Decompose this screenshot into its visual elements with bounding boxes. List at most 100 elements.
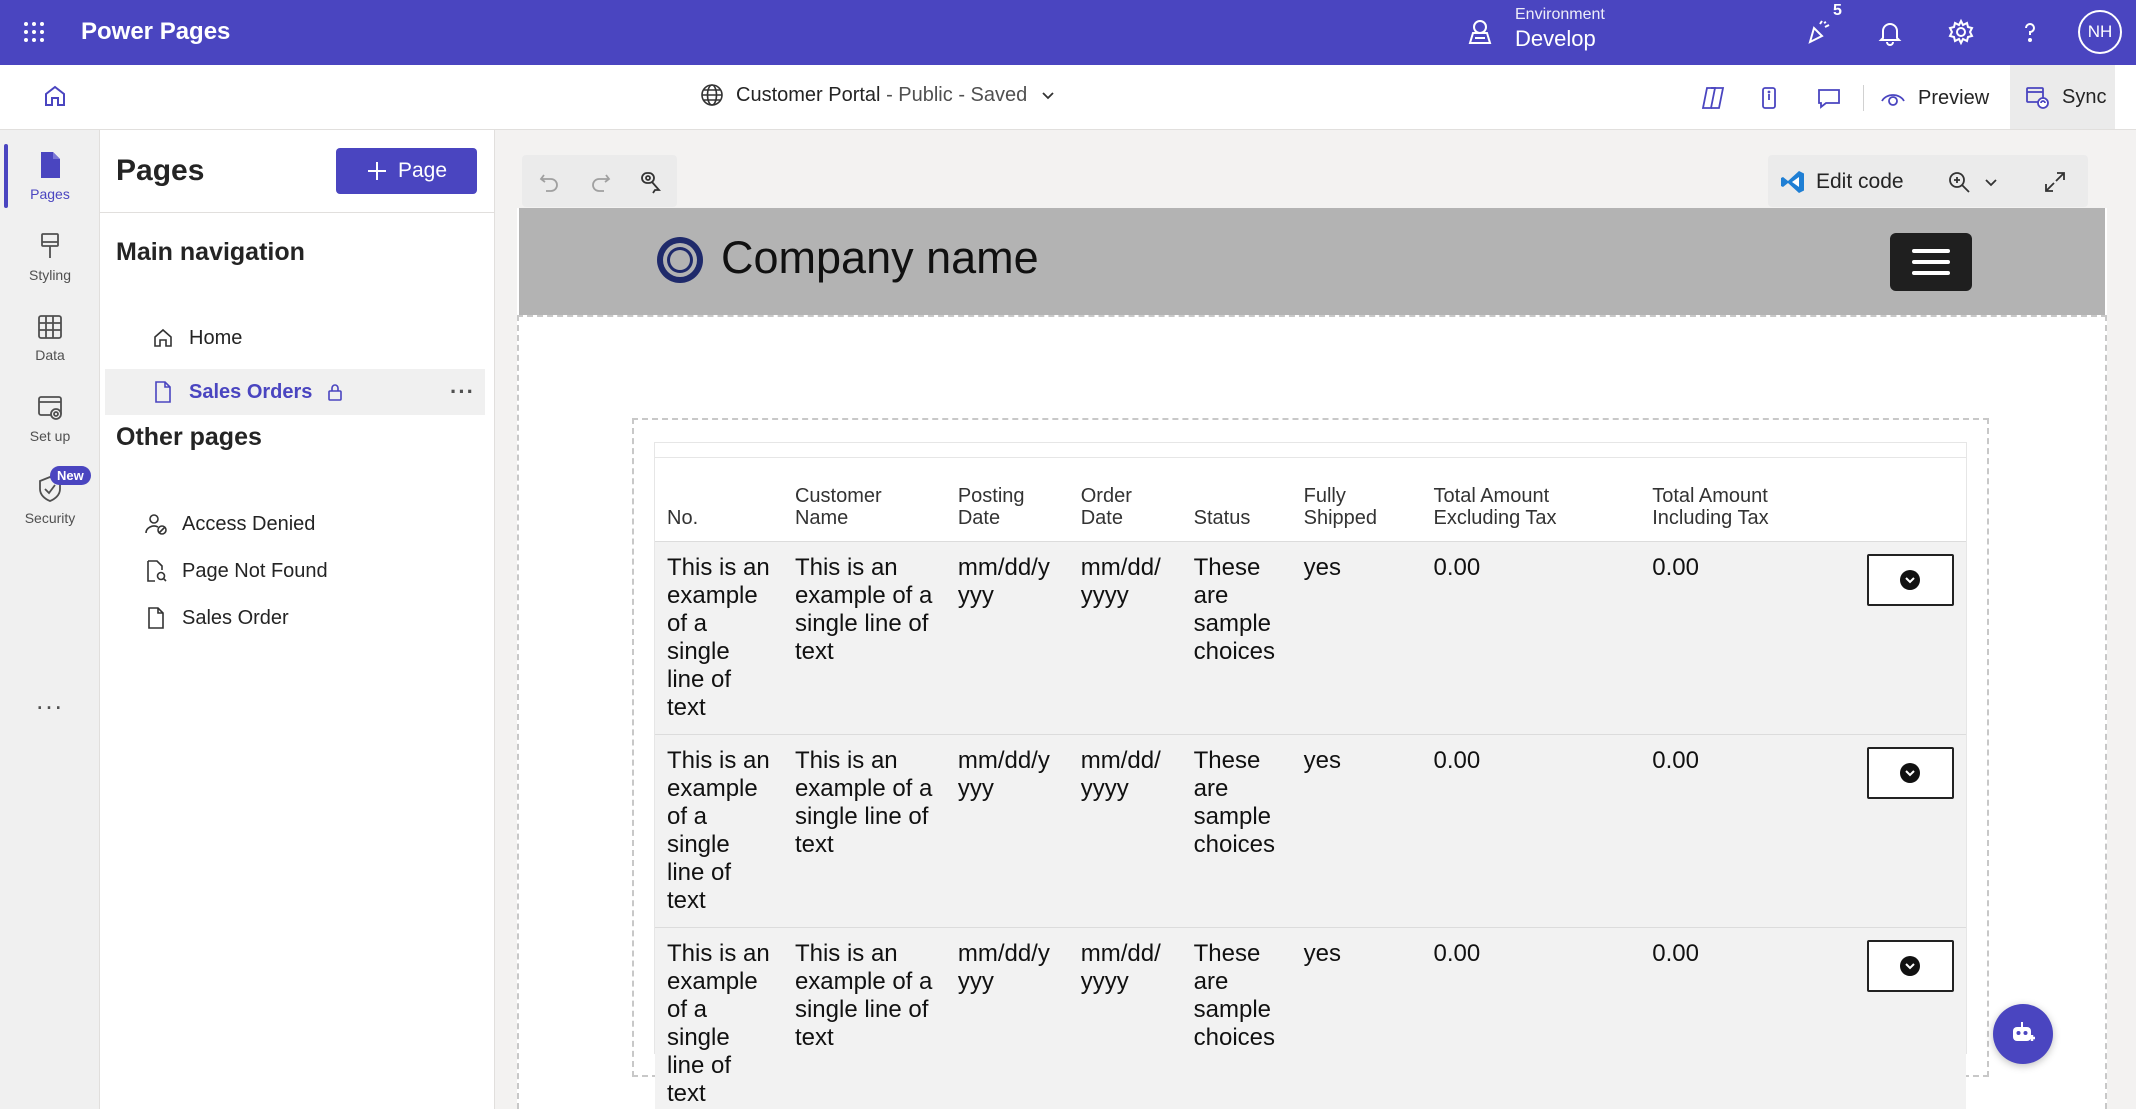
- site-preview: Company name No. Customer Name Posting D…: [517, 208, 2107, 1109]
- column-header[interactable]: Fully Shipped: [1291, 457, 1422, 542]
- rail-label-styling: Styling: [28, 267, 72, 283]
- section-title-other-pages: Other pages: [116, 423, 262, 451]
- column-header[interactable]: Order Date: [1068, 457, 1182, 542]
- more-options-icon[interactable]: ···: [450, 379, 475, 405]
- site-status: - Saved: [958, 83, 1028, 106]
- table-row: This is an example of a single line of t…: [655, 734, 1966, 928]
- company-name: Company name: [721, 232, 1039, 283]
- table-cell: mm/dd/yyyy: [1068, 734, 1182, 928]
- zoom-menu[interactable]: [1946, 165, 2000, 199]
- column-header[interactable]: Posting Date: [945, 457, 1069, 542]
- environment-label: Environment: [1515, 6, 1605, 23]
- list-grid: No. Customer Name Posting Date Order Dat…: [654, 442, 1967, 1109]
- row-action-button[interactable]: [1866, 747, 1954, 799]
- environment-switcher[interactable]: Environment Develop: [1515, 6, 1605, 52]
- rail-item-data[interactable]: Data: [0, 300, 100, 376]
- table-cell: 0.00: [1421, 734, 1641, 928]
- notification-count: 5: [1833, 2, 1842, 19]
- site-selector[interactable]: Customer Portal - Public - Saved: [700, 83, 1057, 107]
- nav-item-access-denied[interactable]: Access Denied: [105, 501, 485, 547]
- site-visibility: - Public: [886, 83, 953, 106]
- table-cell-actions: [1854, 541, 1966, 735]
- site-name: Customer Portal: [736, 83, 881, 106]
- table-cell: 0.00: [1640, 734, 1855, 928]
- canvas-area: Edit code Company name No. Customer Name…: [495, 130, 2136, 1109]
- rail-label-setup: Set up: [29, 428, 71, 444]
- preview-button[interactable]: Preview: [1880, 81, 1989, 115]
- chevron-down-icon: [1982, 173, 2000, 191]
- avatar[interactable]: NH: [2078, 10, 2122, 54]
- eye-icon: [1880, 85, 1906, 111]
- sync-button[interactable]: Sync: [2010, 65, 2115, 129]
- table-cell: mm/dd/yyyy: [1068, 927, 1182, 1109]
- more-icon[interactable]: ...: [30, 685, 70, 715]
- table-header-row: No. Customer Name Posting Date Order Dat…: [655, 457, 1966, 542]
- copilot-icon[interactable]: [1696, 81, 1730, 115]
- edit-code-label: Edit code: [1816, 170, 1904, 193]
- nav-label-access-denied: Access Denied: [182, 512, 316, 535]
- environment-value: Develop: [1515, 26, 1596, 51]
- site-header[interactable]: Company name: [519, 208, 2105, 315]
- table-cell: This is an example of a single line of t…: [782, 734, 946, 928]
- column-header[interactable]: Customer Name: [782, 457, 946, 542]
- vscode-icon: [1780, 169, 1806, 195]
- edit-code-button[interactable]: Edit code: [1780, 165, 1904, 199]
- table-row: This is an example of a single line of t…: [655, 927, 1966, 1109]
- gear-icon[interactable]: [1941, 12, 1981, 52]
- page-icon: [36, 150, 64, 180]
- help-icon[interactable]: [2010, 12, 2050, 52]
- panel-title: Pages: [116, 154, 205, 187]
- rail-item-setup[interactable]: Set up: [0, 381, 100, 457]
- column-header[interactable]: Total Amount Excluding Tax: [1421, 457, 1641, 542]
- hamburger-menu-icon[interactable]: [1890, 233, 1972, 291]
- table-cell-actions: [1854, 734, 1966, 928]
- row-action-button[interactable]: [1866, 554, 1954, 606]
- chevron-down-circle-icon: [1900, 570, 1921, 590]
- section-boundary: [517, 315, 2107, 317]
- copilot-chat-button[interactable]: [1993, 1004, 2053, 1064]
- sync-label: Sync: [2062, 85, 2107, 108]
- person-blocked-icon: [144, 512, 168, 536]
- redo-icon[interactable]: [584, 165, 618, 199]
- bot-icon: [2013, 1022, 2035, 1041]
- bell-icon[interactable]: [1870, 12, 1910, 52]
- list-component[interactable]: No. Customer Name Posting Date Order Dat…: [632, 418, 1989, 1109]
- nav-item-page-not-found[interactable]: Page Not Found: [105, 548, 485, 594]
- table-cell: 0.00: [1421, 541, 1641, 735]
- home-icon[interactable]: [38, 79, 72, 113]
- command-bar: Customer Portal - Public - Saved Preview: [0, 65, 2136, 130]
- column-header[interactable]: Status: [1181, 457, 1292, 542]
- add-page-button[interactable]: Page: [336, 148, 477, 194]
- nav-item-sales-order[interactable]: Sales Order: [105, 595, 485, 641]
- table-cell: mm/dd/yyyy: [945, 541, 1069, 735]
- column-header[interactable]: No.: [655, 457, 783, 542]
- mobile-preview-icon[interactable]: [1752, 81, 1786, 115]
- column-header[interactable]: Total Amount Including Tax: [1640, 457, 1855, 542]
- zoom-in-icon: [1946, 169, 1972, 195]
- select-element-icon[interactable]: [634, 165, 668, 199]
- nav-item-sales-orders[interactable]: Sales Orders ···: [105, 369, 485, 415]
- app-title[interactable]: Power Pages: [81, 18, 230, 46]
- page-icon: [151, 380, 175, 404]
- expand-icon[interactable]: [2038, 165, 2072, 199]
- rail-item-security[interactable]: New Security: [0, 462, 100, 538]
- app-launcher-icon[interactable]: [18, 14, 50, 50]
- nav-label-home: Home: [189, 326, 243, 349]
- new-badge: New: [50, 466, 91, 485]
- rail-item-pages[interactable]: Pages: [0, 138, 100, 214]
- canvas-toolbar-right: Edit code: [1768, 155, 2088, 207]
- rail-item-styling[interactable]: Styling: [0, 219, 100, 295]
- rail-label-data: Data: [35, 347, 65, 363]
- setup-icon: [36, 394, 64, 422]
- nav-item-home[interactable]: Home: [105, 315, 485, 361]
- top-header: Power Pages Environment Develop 5 NH: [0, 0, 2136, 65]
- table-cell: mm/dd/yyyy: [945, 734, 1069, 928]
- row-action-button[interactable]: [1866, 940, 1954, 992]
- whats-new-icon[interactable]: [1798, 12, 1838, 52]
- undo-icon[interactable]: [532, 165, 566, 199]
- column-header-actions: [1854, 457, 1966, 542]
- comment-icon[interactable]: [1812, 81, 1846, 115]
- section-title-main-navigation: Main navigation: [116, 238, 305, 266]
- nav-label-sales-order: Sales Order: [182, 606, 289, 629]
- environment-icon[interactable]: [1465, 17, 1495, 47]
